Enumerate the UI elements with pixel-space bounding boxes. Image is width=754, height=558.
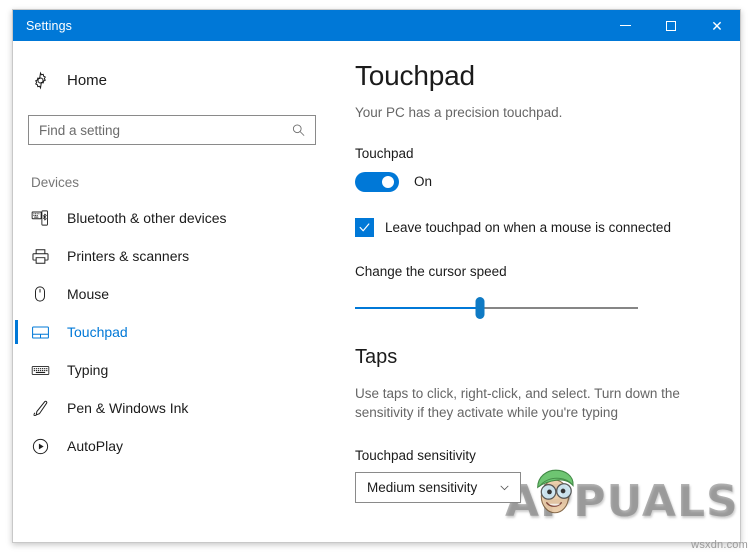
close-button[interactable]: ✕ (694, 10, 740, 41)
slider-thumb[interactable] (475, 296, 485, 319)
sidebar-nav: Bluetooth & other devices Printers & sca… (13, 199, 343, 465)
search-icon[interactable] (291, 123, 306, 138)
main-panel: Touchpad Your PC has a precision touchpa… (343, 41, 740, 542)
selection-accent-bar (15, 320, 18, 344)
chevron-down-icon (498, 481, 511, 494)
search-box[interactable] (28, 115, 316, 145)
mouse-icon (31, 285, 61, 303)
touchpad-toggle-row: On (355, 171, 720, 192)
page-subtitle: Your PC has a precision touchpad. (355, 104, 563, 120)
touchpad-sensitivity-label: Touchpad sensitivity (355, 448, 476, 464)
page-title: Touchpad (355, 60, 475, 91)
maximize-icon (666, 20, 676, 31)
sidebar-item-label: Typing (67, 362, 109, 378)
minimize-icon (619, 25, 631, 26)
taps-section-title: Taps (355, 345, 398, 368)
taps-section-description: Use taps to click, right-click, and sele… (355, 385, 680, 420)
window-title: Settings (26, 18, 72, 33)
leave-touchpad-on-label: Leave touchpad on when a mouse is connec… (385, 219, 671, 235)
toggle-knob (382, 175, 394, 188)
bluetooth-devices-icon (31, 209, 61, 227)
sidebar-item-label: Mouse (67, 286, 110, 302)
minimize-button[interactable] (602, 10, 648, 41)
cursor-speed-label: Change the cursor speed (355, 263, 507, 279)
touchpad-toggle-state: On (414, 174, 433, 190)
printer-icon (31, 247, 61, 266)
title-bar: Settings ✕ (13, 10, 740, 41)
site-watermark: wsxdn.com (691, 539, 748, 551)
sidebar-item-touchpad[interactable]: Touchpad (13, 313, 343, 351)
autoplay-icon (31, 437, 61, 456)
window-content: Home Devices (13, 41, 740, 542)
touchpad-toggle[interactable] (355, 171, 399, 192)
pen-icon (31, 399, 61, 418)
sidebar-item-label: Pen & Windows Ink (67, 400, 189, 416)
sidebar-section-header: Devices (31, 175, 80, 190)
sidebar-item-label: Bluetooth & other devices (67, 210, 227, 226)
touchpad-sensitivity-value: Medium sensitivity (367, 480, 478, 496)
touchpad-sensitivity-dropdown[interactable]: Medium sensitivity (355, 472, 521, 504)
sidebar-item-home[interactable]: Home (13, 62, 343, 98)
search-input[interactable] (29, 116, 315, 144)
keyboard-icon (31, 361, 61, 380)
touchpad-toggle-label: Touchpad (355, 145, 414, 161)
slider-fill (355, 306, 480, 309)
sidebar-item-typing[interactable]: Typing (13, 351, 343, 389)
cursor-speed-slider[interactable] (355, 296, 638, 319)
gear-icon (31, 70, 61, 90)
touchpad-icon (31, 323, 61, 342)
sidebar-item-mouse[interactable]: Mouse (13, 275, 343, 313)
sidebar-item-autoplay[interactable]: AutoPlay (13, 427, 343, 465)
maximize-button[interactable] (648, 10, 694, 41)
close-icon: ✕ (711, 17, 723, 34)
sidebar-item-label: AutoPlay (67, 438, 124, 454)
leave-touchpad-on-checkbox-row[interactable]: Leave touchpad on when a mouse is connec… (355, 217, 720, 237)
sidebar-item-label: Touchpad (67, 324, 128, 340)
leave-touchpad-on-checkbox[interactable] (355, 217, 374, 237)
sidebar-item-label: Printers & scanners (67, 248, 190, 264)
screenshot-root: Settings ✕ Home Find a setting Devices B… (0, 0, 754, 558)
sidebar: Home Devices (13, 41, 343, 542)
settings-window: Settings ✕ Home Find a setting Devices B… (12, 9, 741, 543)
sidebar-item-bluetooth[interactable]: Bluetooth & other devices (13, 199, 343, 237)
sidebar-item-printers[interactable]: Printers & scanners (13, 237, 343, 275)
sidebar-home-label: Home (67, 71, 108, 89)
sidebar-item-pen-windows-ink[interactable]: Pen & Windows Ink (13, 389, 343, 427)
